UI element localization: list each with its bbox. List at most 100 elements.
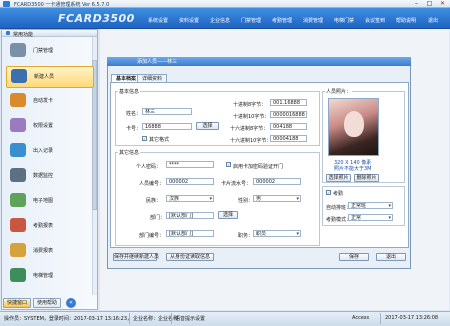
menu-door-management[interactable]: 门禁管理 — [241, 17, 261, 24]
collapse-icon[interactable]: « — [66, 298, 76, 308]
status-separator — [380, 313, 381, 324]
minimize-button[interactable]: – — [410, 0, 423, 8]
sidebar-item-label: 电子地图 — [33, 198, 54, 204]
auto-shift-select[interactable]: 正常班 — [348, 202, 393, 209]
menu-help[interactable]: 帮助说明 — [396, 17, 416, 24]
card-serial-input[interactable]: 000002 — [253, 178, 301, 185]
menu-meeting[interactable]: 会议签到 — [365, 17, 385, 24]
sidebar-item[interactable]: 自动发卡 — [6, 91, 94, 113]
attendance-label: 考勤 — [333, 191, 344, 197]
gender-select[interactable]: 男 — [253, 195, 301, 202]
card-label: 卡号： — [126, 126, 142, 132]
select-photo-button[interactable]: 选择照片 — [326, 174, 351, 182]
tab-detail-info[interactable]: 详细资料 — [137, 74, 168, 82]
department-input[interactable]: [默认部门] — [166, 212, 214, 219]
menu-consumption[interactable]: 消费管理 — [303, 17, 323, 24]
sidebar-item[interactable]: 数据监控 — [6, 166, 94, 188]
close-window-button[interactable]: ✕ — [436, 0, 449, 8]
card-issue-icon — [10, 93, 26, 107]
sidebar-item-label: 出入记录 — [33, 148, 54, 154]
sidebar-item[interactable]: 新建人员 — [6, 66, 94, 88]
dec8-label: 十进制8字节： — [233, 102, 267, 108]
photo-limit-caption: 照片不能大于3M — [334, 166, 372, 172]
menu-exit[interactable]: 退出 — [428, 17, 438, 24]
menu-attendance[interactable]: 考勤管理 — [272, 17, 292, 24]
ethnic-select[interactable]: 汉族 — [166, 195, 214, 202]
card-serial-label: 卡片流水号： — [221, 181, 252, 187]
sidebar-item-label: 门禁管理 — [33, 48, 54, 54]
photo-face — [344, 111, 364, 137]
sidebar-item-label: 考勤报表 — [33, 223, 54, 229]
app-icon — [3, 1, 10, 7]
sidebar-item[interactable]: 门禁管理 — [6, 41, 94, 63]
user-add-icon — [11, 69, 27, 83]
sidebar-item[interactable]: 电子地图 — [6, 191, 94, 213]
other-info-label: 其它信息 — [118, 149, 141, 156]
attendance-mode-select[interactable]: 正常 — [348, 214, 393, 221]
menu-data-settings[interactable]: 资料设置 — [179, 17, 199, 24]
dec10-label: 十进制10字节： — [233, 114, 270, 120]
menu-elevator[interactable]: 电梯门禁 — [334, 17, 354, 24]
status-separator — [171, 313, 172, 324]
status-operator: 操作员：SYSTEM，登录时间：2017-03-17 13:16:23， — [4, 316, 133, 322]
sidebar-header: 常用功能 — [2, 30, 97, 38]
sidebar-item[interactable]: 电梯管理 — [6, 266, 94, 288]
read-id-card-button[interactable]: 从身份证读取信息 — [166, 253, 214, 261]
sidebar-item[interactable]: 考勤报表 — [6, 216, 94, 238]
tab-quick-window[interactable]: 快捷窗口 — [3, 298, 31, 308]
door-icon — [10, 43, 26, 57]
sidebar-item-label: 新建人员 — [34, 74, 55, 80]
menu-company-info[interactable]: 企业信息 — [210, 17, 230, 24]
sidebar-item-label: 权限设置 — [33, 123, 54, 129]
other-format-label: 其它格式 — [149, 137, 170, 143]
dialog-title: 添加人员——林三 — [137, 59, 178, 65]
sidebar-item[interactable]: 权限设置 — [6, 116, 94, 138]
dept-no-input[interactable]: [默认部门] — [166, 230, 214, 237]
exit-button[interactable]: 退出 — [376, 253, 406, 261]
select-department-button[interactable]: 选择 — [218, 211, 238, 219]
password-input[interactable]: **** — [166, 161, 214, 168]
attendance-icon — [10, 218, 26, 232]
hex8-value: 004188 — [270, 123, 307, 130]
menu-system-settings[interactable]: 系统设置 — [148, 17, 168, 24]
sidebar-item[interactable]: 出入记录 — [6, 141, 94, 163]
name-input[interactable]: 林三 — [142, 108, 192, 115]
sidebar-item-label: 消费报表 — [33, 248, 54, 254]
hex10-label: 十六进制10字节： — [230, 138, 272, 144]
password-label: 个人密码： — [136, 164, 162, 170]
delete-photo-button[interactable]: 删除照片 — [354, 174, 379, 182]
status-database: Access — [352, 315, 370, 321]
department-label: 部门： — [150, 215, 166, 221]
card-number-input[interactable]: 16888 — [142, 123, 192, 130]
dept-no-label: 部门编号： — [139, 233, 165, 239]
status-time: 2017-03-17 13:26:08 — [385, 315, 439, 321]
sidebar-header-icon — [6, 31, 10, 35]
hex10-value: 00004188 — [270, 135, 307, 142]
monitor-icon — [10, 168, 26, 182]
ethnic-label: 民族： — [146, 198, 162, 204]
attendance-checkbox[interactable]: ✓ — [326, 190, 331, 195]
status-separator — [129, 313, 130, 324]
elevator-icon — [10, 268, 26, 282]
save-and-new-button[interactable]: 保存并继续新建人员 — [113, 253, 159, 261]
sidebar-item-label: 自动发卡 — [33, 98, 54, 104]
sidebar-heading: 常用功能 — [13, 32, 34, 38]
employee-no-label: 人员编号： — [139, 181, 165, 187]
select-card-button[interactable]: 选择 — [196, 122, 219, 130]
window-title: FCARD3500 一卡通管理系统 Ver 6.5.7.0 — [14, 2, 110, 8]
employee-no-input[interactable]: 000002 — [166, 178, 214, 185]
password-open-checkbox[interactable]: ✓ — [226, 162, 231, 167]
password-open-label: 启用卡加密码验证开门 — [233, 164, 284, 170]
permission-icon — [10, 118, 26, 132]
window-title-bar: FCARD3500 一卡通管理系统 Ver 6.5.7.0 – □ ✕ — [0, 0, 450, 8]
tab-usage-help[interactable]: 使用帮助 — [33, 298, 61, 308]
save-button[interactable]: 保存 — [339, 253, 369, 261]
dialog-title-bar: 添加人员——林三 — [107, 57, 411, 66]
name-label: 姓名： — [126, 111, 142, 117]
sidebar-item[interactable]: 消费报表 — [6, 241, 94, 263]
maximize-button[interactable]: □ — [423, 0, 436, 8]
job-select[interactable]: 职员 — [253, 230, 301, 237]
gender-label: 性别： — [238, 198, 254, 204]
job-label: 职务： — [238, 233, 254, 239]
other-format-checkbox[interactable]: ✓ — [142, 136, 147, 141]
